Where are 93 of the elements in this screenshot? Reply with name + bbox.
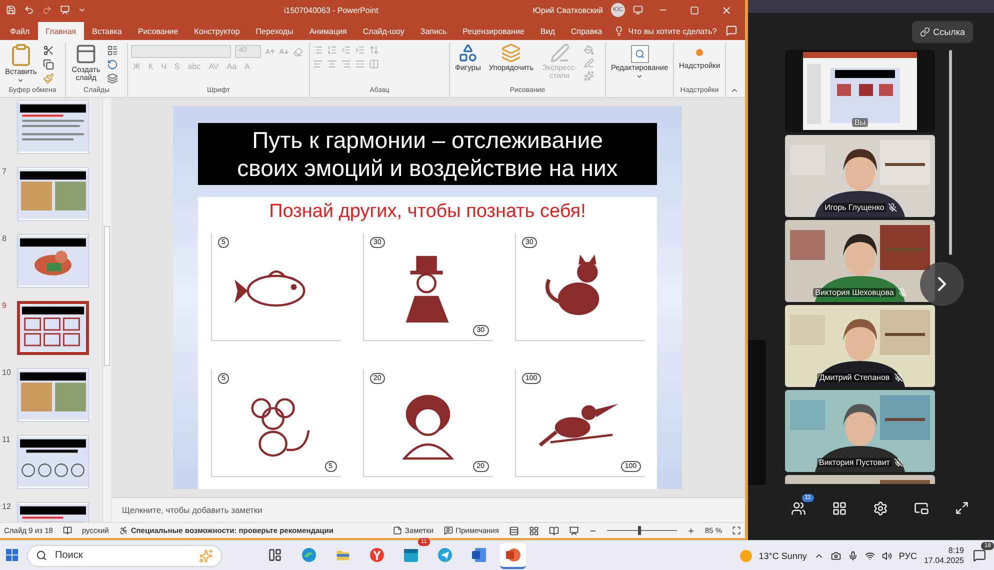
- slideshow-icon[interactable]: [60, 5, 70, 15]
- ribbon-tab[interactable]: Вид: [532, 22, 563, 40]
- camera-icon[interactable]: [830, 550, 841, 560]
- input-language[interactable]: РУС: [898, 550, 917, 560]
- search-bar[interactable]: Поиск: [27, 544, 222, 566]
- ribbon-tab[interactable]: Слайд-шоу: [354, 22, 412, 40]
- slide-thumbnail-drawing: [18, 235, 88, 287]
- clock-time: 8:19: [948, 546, 964, 556]
- scrollbar[interactable]: [949, 50, 952, 255]
- paper-plane-icon: [437, 546, 453, 562]
- ribbon-tab[interactable]: Рисование: [130, 22, 186, 40]
- search-icon[interactable]: [36, 550, 47, 561]
- ribbon-tab[interactable]: Запись: [412, 22, 455, 40]
- calendar-icon: [403, 546, 419, 562]
- font-name-field[interactable]: [131, 45, 231, 58]
- slideshow-view-icon[interactable]: [568, 526, 579, 536]
- scissors-icon[interactable]: [42, 45, 54, 56]
- close-icon[interactable]: [721, 4, 732, 16]
- shapes-icon[interactable]: [458, 43, 478, 63]
- save-icon[interactable]: [6, 5, 16, 15]
- slide-subtitle: Познай других, чтобы познать себя!: [269, 201, 586, 223]
- dot-icon[interactable]: [696, 49, 704, 56]
- spelling-icon[interactable]: [62, 526, 72, 535]
- fit-slide-icon[interactable]: [732, 526, 741, 535]
- normal-view-icon[interactable]: [508, 526, 519, 536]
- tell-me-search[interactable]: Что вы хотите сделать?: [614, 22, 717, 40]
- taskbar-app[interactable]: [500, 542, 526, 568]
- mic-icon[interactable]: [848, 550, 858, 560]
- slide-title: Путь к гармонии – отслеживание своих эмоций и воздействие на них: [198, 123, 657, 185]
- wifi-icon[interactable]: [864, 550, 875, 560]
- notes-placeholder: Щелкните, чтобы добавить заметки: [122, 505, 262, 515]
- ribbon-display-icon[interactable]: [633, 5, 643, 15]
- reading-view-icon[interactable]: [548, 526, 559, 536]
- ribbon-tab[interactable]: Рецензирование: [454, 22, 532, 40]
- slide-thumbnail-drawing: [18, 101, 88, 153]
- collapse-ribbon-icon[interactable]: [730, 86, 739, 95]
- slide-icon[interactable]: [75, 43, 97, 65]
- zoom-in-icon[interactable]: [686, 526, 695, 534]
- task-view-icon: [268, 548, 282, 562]
- zoom-thumb[interactable]: [638, 526, 642, 535]
- undo-icon[interactable]: [24, 5, 34, 15]
- next-button[interactable]: [920, 262, 964, 306]
- slide-number: 8: [1, 234, 8, 243]
- ribbon-tab[interactable]: Конструктор: [186, 22, 248, 40]
- accessibility-icon[interactable]: [118, 526, 128, 535]
- copy-icon[interactable]: [42, 59, 54, 70]
- slide-thumbnail[interactable]: [17, 301, 89, 355]
- browser-icon: [301, 546, 317, 562]
- slide-thumbnail-drawing: [20, 304, 86, 352]
- weather-text: 13°C Sunny: [758, 550, 807, 560]
- slide-thumbnail-drawing: [18, 436, 88, 488]
- slide-number: 9: [1, 301, 8, 310]
- comments-icon[interactable]: [726, 25, 737, 36]
- section-icon[interactable]: [107, 73, 118, 84]
- sun-icon: [740, 550, 752, 562]
- participant-name: Дмитрий Степанов: [817, 373, 892, 382]
- slide-number: 7: [1, 167, 8, 176]
- window-title: i1507040063 - PowerPoint: [284, 6, 378, 14]
- slide-thumbnail-drawing: [18, 168, 88, 220]
- sorter-view-icon[interactable]: [528, 526, 539, 536]
- clock-date: 17.04.2025: [924, 556, 964, 566]
- ribbon-tab[interactable]: Переходы: [248, 22, 302, 40]
- layout-icon[interactable]: [107, 45, 118, 56]
- document-app-icon: [471, 546, 487, 562]
- slide-number: 10: [1, 368, 12, 377]
- note-icon[interactable]: [392, 526, 402, 535]
- ribbon-tab[interactable]: Вставка: [84, 22, 130, 40]
- link-button[interactable]: Ссылка: [912, 20, 973, 42]
- slide-thumbnail-drawing: [18, 369, 88, 421]
- slide-number: 12: [1, 502, 12, 511]
- lightbulb-icon[interactable]: [614, 26, 624, 36]
- caret-icon[interactable]: [17, 77, 24, 84]
- link-icon[interactable]: [920, 26, 930, 36]
- ribbon-tab[interactable]: Анимация: [301, 22, 355, 40]
- presentation-app-icon: [505, 546, 521, 562]
- ribbon-tab[interactable]: Главная: [38, 22, 84, 40]
- start-icon[interactable]: [6, 549, 19, 562]
- participant-name: Вы: [852, 118, 868, 127]
- scrollbar[interactable]: [102, 98, 111, 522]
- ribbon-tab[interactable]: Справка: [562, 22, 610, 40]
- user-name: Юрий Сватковский: [532, 6, 603, 14]
- ribbon-tab[interactable]: Файл: [2, 22, 38, 40]
- comment-icon[interactable]: [444, 526, 453, 535]
- reset-icon[interactable]: [107, 59, 118, 70]
- slide-number: 11: [1, 435, 12, 444]
- redo-icon[interactable]: [42, 5, 52, 15]
- volume-icon[interactable]: [882, 550, 892, 560]
- maximize-icon[interactable]: [690, 6, 699, 14]
- browser-logo-icon: [369, 546, 385, 562]
- customize-icon[interactable]: [78, 6, 86, 14]
- search-field[interactable]: Поиск: [53, 549, 193, 562]
- folder-icon: [335, 548, 351, 562]
- caret-icon[interactable]: [636, 73, 644, 80]
